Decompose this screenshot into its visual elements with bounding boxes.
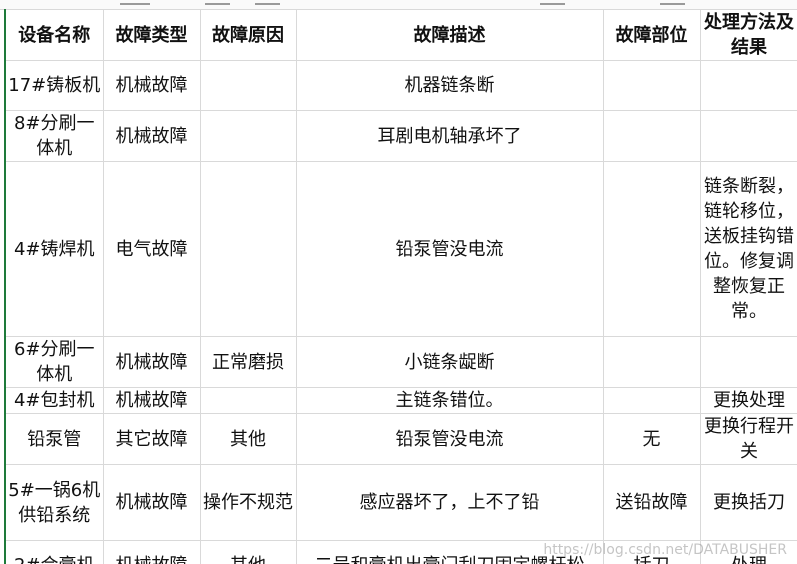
cell-cause[interactable]: 操作不规范 xyxy=(199,464,297,541)
cell-description[interactable]: 小链条龊断 xyxy=(295,336,604,388)
cell-type[interactable]: 机械故障 xyxy=(102,540,201,564)
cell-result[interactable]: 更换括刀 xyxy=(699,464,797,541)
cell-type[interactable]: 机械故障 xyxy=(102,110,201,162)
cell-device[interactable]: 5#一锅6机供铅系统 xyxy=(4,464,104,541)
cell-device[interactable]: 4#铸焊机 xyxy=(4,161,104,337)
header-fault-type[interactable]: 故障类型 xyxy=(102,9,201,61)
cell-cause[interactable]: 其他 xyxy=(199,413,297,465)
cell-part[interactable] xyxy=(602,110,701,162)
cell-type[interactable]: 机械故障 xyxy=(102,60,201,111)
table-row: 8#分刷一体机 机械故障 耳剧电机轴承坏了 xyxy=(4,110,797,162)
cell-part[interactable]: 送铅故障 xyxy=(602,464,701,541)
cell-type[interactable]: 机械故障 xyxy=(102,387,201,414)
cell-result[interactable]: 更换行程开关 xyxy=(699,413,797,465)
cell-device[interactable]: 铅泵管 xyxy=(4,413,104,465)
cell-type[interactable]: 机械故障 xyxy=(102,336,201,388)
table-row: 4#包封机 机械故障 主链条错位。 更换处理 xyxy=(4,387,797,414)
cell-result[interactable] xyxy=(699,110,797,162)
cell-device[interactable]: 8#分刷一体机 xyxy=(4,110,104,162)
cell-result[interactable]: 链条断裂，链轮移位，送板挂钩错位。修复调整恢复正常。 xyxy=(699,161,797,337)
cell-device[interactable]: 4#包封机 xyxy=(4,387,104,414)
cell-description[interactable]: 主链条错位。 xyxy=(295,387,604,414)
cell-result[interactable] xyxy=(699,60,797,111)
cell-type[interactable]: 机械故障 xyxy=(102,464,201,541)
header-device-name[interactable]: 设备名称 xyxy=(4,9,104,61)
table-row: 2#合膏机 机械故障 其他 二号和膏机出膏门刮刀固定螺杆松 括刀 处理 xyxy=(4,540,797,564)
cell-result[interactable] xyxy=(699,336,797,388)
table-row: 4#铸焊机 电气故障 铅泵管没电流 链条断裂，链轮移位，送板挂钩错位。修复调整恢… xyxy=(4,161,797,337)
cell-description[interactable]: 二号和膏机出膏门刮刀固定螺杆松 xyxy=(295,540,604,564)
cell-part[interactable]: 括刀 xyxy=(602,540,701,564)
fault-record-table: 设备名称 故障类型 故障原因 故障描述 故障部位 处理方法及结果 17#铸板机 … xyxy=(4,9,797,564)
spreadsheet-view: 设备名称 故障类型 故障原因 故障描述 故障部位 处理方法及结果 17#铸板机 … xyxy=(0,0,797,564)
header-fault-description[interactable]: 故障描述 xyxy=(295,9,604,61)
cell-part[interactable] xyxy=(602,60,701,111)
cell-description[interactable]: 机器链条断 xyxy=(295,60,604,111)
cell-cause[interactable] xyxy=(199,387,297,414)
header-handling-result[interactable]: 处理方法及结果 xyxy=(699,9,797,61)
cell-description[interactable]: 耳剧电机轴承坏了 xyxy=(295,110,604,162)
cell-cause[interactable] xyxy=(199,161,297,337)
cell-part[interactable]: 无 xyxy=(602,413,701,465)
cell-cause[interactable] xyxy=(199,110,297,162)
cell-description[interactable]: 铅泵管没电流 xyxy=(295,161,604,337)
cell-type[interactable]: 其它故障 xyxy=(102,413,201,465)
cell-part[interactable] xyxy=(602,387,701,414)
header-fault-cause[interactable]: 故障原因 xyxy=(199,9,297,61)
cell-cause[interactable]: 其他 xyxy=(199,540,297,564)
cell-result[interactable]: 处理 xyxy=(699,540,797,564)
cell-part[interactable] xyxy=(602,336,701,388)
cell-description[interactable]: 铅泵管没电流 xyxy=(295,413,604,465)
cell-device[interactable]: 17#铸板机 xyxy=(4,60,104,111)
table-row: 6#分刷一体机 机械故障 正常磨损 小链条龊断 xyxy=(4,336,797,388)
table-row: 17#铸板机 机械故障 机器链条断 xyxy=(4,60,797,111)
cell-cause[interactable] xyxy=(199,60,297,111)
cell-cause[interactable]: 正常磨损 xyxy=(199,336,297,388)
cell-device[interactable]: 2#合膏机 xyxy=(4,540,104,564)
cell-description[interactable]: 感应器坏了，上不了铅 xyxy=(295,464,604,541)
cell-type[interactable]: 电气故障 xyxy=(102,161,201,337)
cell-result[interactable]: 更换处理 xyxy=(699,387,797,414)
header-fault-part[interactable]: 故障部位 xyxy=(602,9,701,61)
cell-part[interactable] xyxy=(602,161,701,337)
table-row: 5#一锅6机供铅系统 机械故障 操作不规范 感应器坏了，上不了铅 送铅故障 更换… xyxy=(4,464,797,541)
cell-device[interactable]: 6#分刷一体机 xyxy=(4,336,104,388)
table-row: 铅泵管 其它故障 其他 铅泵管没电流 无 更换行程开关 xyxy=(4,413,797,465)
header-row: 设备名称 故障类型 故障原因 故障描述 故障部位 处理方法及结果 xyxy=(4,9,797,61)
